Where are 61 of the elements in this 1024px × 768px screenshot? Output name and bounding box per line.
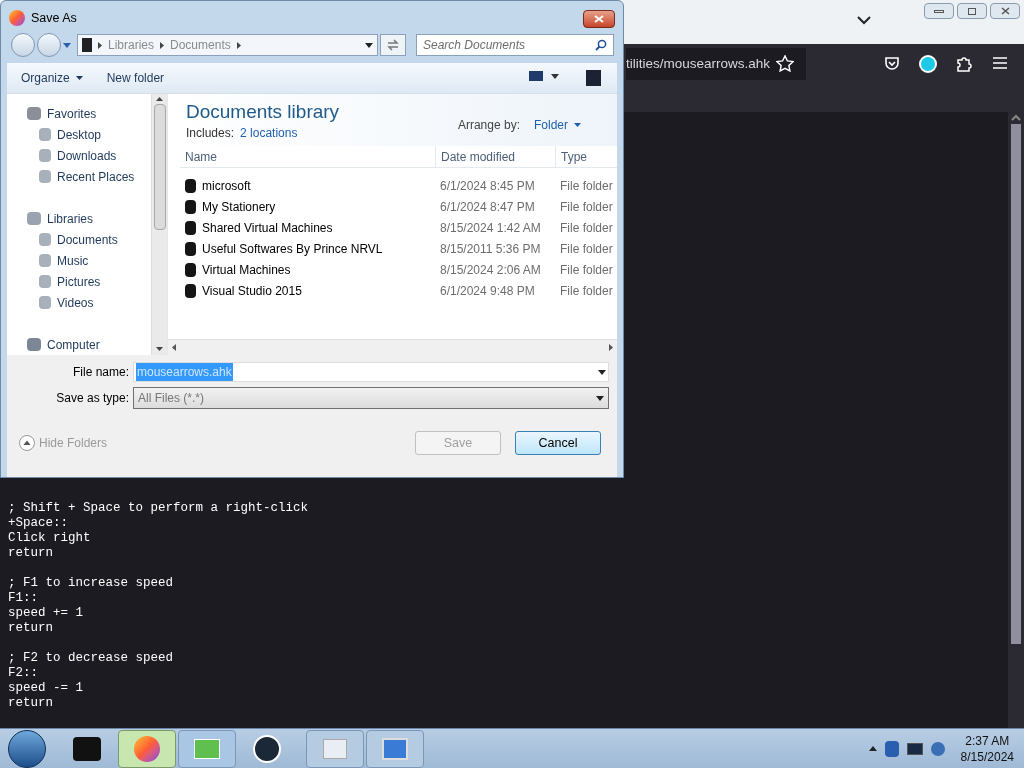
nav-item[interactable]: Music	[27, 250, 151, 271]
file-name-label: File name:	[71, 364, 129, 381]
code-line: return	[8, 696, 54, 711]
save-as-type-label: Save as type:	[55, 390, 129, 407]
save-as-type-dropdown[interactable]: All Files (*.*)	[133, 387, 609, 409]
nav-item[interactable]: Computer	[27, 334, 151, 355]
code-line: speed += 1	[8, 606, 84, 621]
table-cell-text: File folder	[559, 261, 613, 279]
table-cell-text: 8/15/2024 1:42 AM	[439, 219, 542, 237]
table-cell-text: File folder	[559, 177, 613, 195]
code-line: ; Shift + Space to perform a right-click	[8, 501, 310, 516]
table-cell-text: File folder	[559, 198, 613, 216]
locations-link[interactable]: 2 locations	[240, 124, 298, 142]
nav-item[interactable]: Libraries	[27, 208, 151, 229]
clock-date[interactable]: 8/15/2024	[960, 748, 1014, 765]
code-line: return	[8, 621, 54, 636]
file-name[interactable]: Useful Softwares By Prince NRVL	[202, 239, 383, 258]
arrange-by-dropdown[interactable]: Folder	[534, 116, 581, 134]
nav-item[interactable]: Documents	[27, 229, 151, 250]
file-name[interactable]: Shared Virtual Machines	[202, 218, 333, 237]
file-name[interactable]: Virtual Machines	[202, 260, 291, 279]
url-bar[interactable]: tilities/mousearrows.ahk	[626, 48, 806, 80]
search-field[interactable]: Search Documents	[416, 34, 614, 56]
table-cell-text: File folder	[559, 240, 613, 258]
library-title: Documents library	[186, 100, 340, 124]
file-name[interactable]: Visual Studio 2015	[202, 281, 302, 300]
table-cell-text: 6/1/2024 9:48 PM	[439, 282, 536, 300]
code-line: +Space::	[8, 516, 69, 531]
code-line: F2::	[8, 666, 39, 681]
includes-label: Includes:	[186, 125, 235, 142]
nav-item[interactable]: Favorites	[27, 103, 151, 124]
code-line: return	[8, 546, 54, 561]
arrange-by-label: Arrange by:	[457, 117, 520, 134]
column-header[interactable]: Name	[180, 146, 435, 167]
table-cell-text: 6/1/2024 8:47 PM	[439, 198, 536, 216]
table-cell-text: 8/15/2024 2:06 AM	[439, 261, 542, 279]
file-name[interactable]: My Stationery	[202, 197, 276, 216]
table-cell-text: 8/15/2011 5:36 PM	[439, 240, 542, 258]
nav-item[interactable]: Pictures	[27, 271, 151, 292]
column-header[interactable]: Date modified	[435, 146, 555, 167]
organize-menu[interactable]: Organize	[21, 69, 83, 87]
code-line: Click right	[8, 531, 92, 546]
column-header[interactable]: Type	[555, 146, 615, 167]
code-line: speed -= 1	[8, 681, 84, 696]
nav-item[interactable]: Downloads	[27, 145, 151, 166]
clock-time[interactable]: 2:37 AM	[965, 732, 1010, 749]
table-cell-text: 6/1/2024 8:45 PM	[439, 177, 536, 195]
search-placeholder: Search Documents	[423, 37, 526, 54]
file-name[interactable]: microsoft	[202, 176, 251, 195]
toolbar-button[interactable]: New folder	[106, 69, 165, 87]
code-line: F1::	[8, 591, 39, 606]
code-line: ; F1 to increase speed	[8, 576, 175, 591]
table-cell-text: File folder	[559, 219, 613, 237]
nav-item[interactable]: Recent Places	[27, 166, 151, 187]
table-cell-text: File folder	[559, 282, 613, 300]
cancel-button[interactable]: Cancel	[515, 431, 601, 455]
code-line: ; F2 to decrease speed	[8, 651, 175, 666]
window-title: Save As	[31, 9, 77, 27]
nav-item[interactable]: Desktop	[27, 124, 151, 145]
url-text: tilities/mousearrows.ahk	[626, 54, 771, 73]
nav-item[interactable]: Videos	[27, 292, 151, 313]
